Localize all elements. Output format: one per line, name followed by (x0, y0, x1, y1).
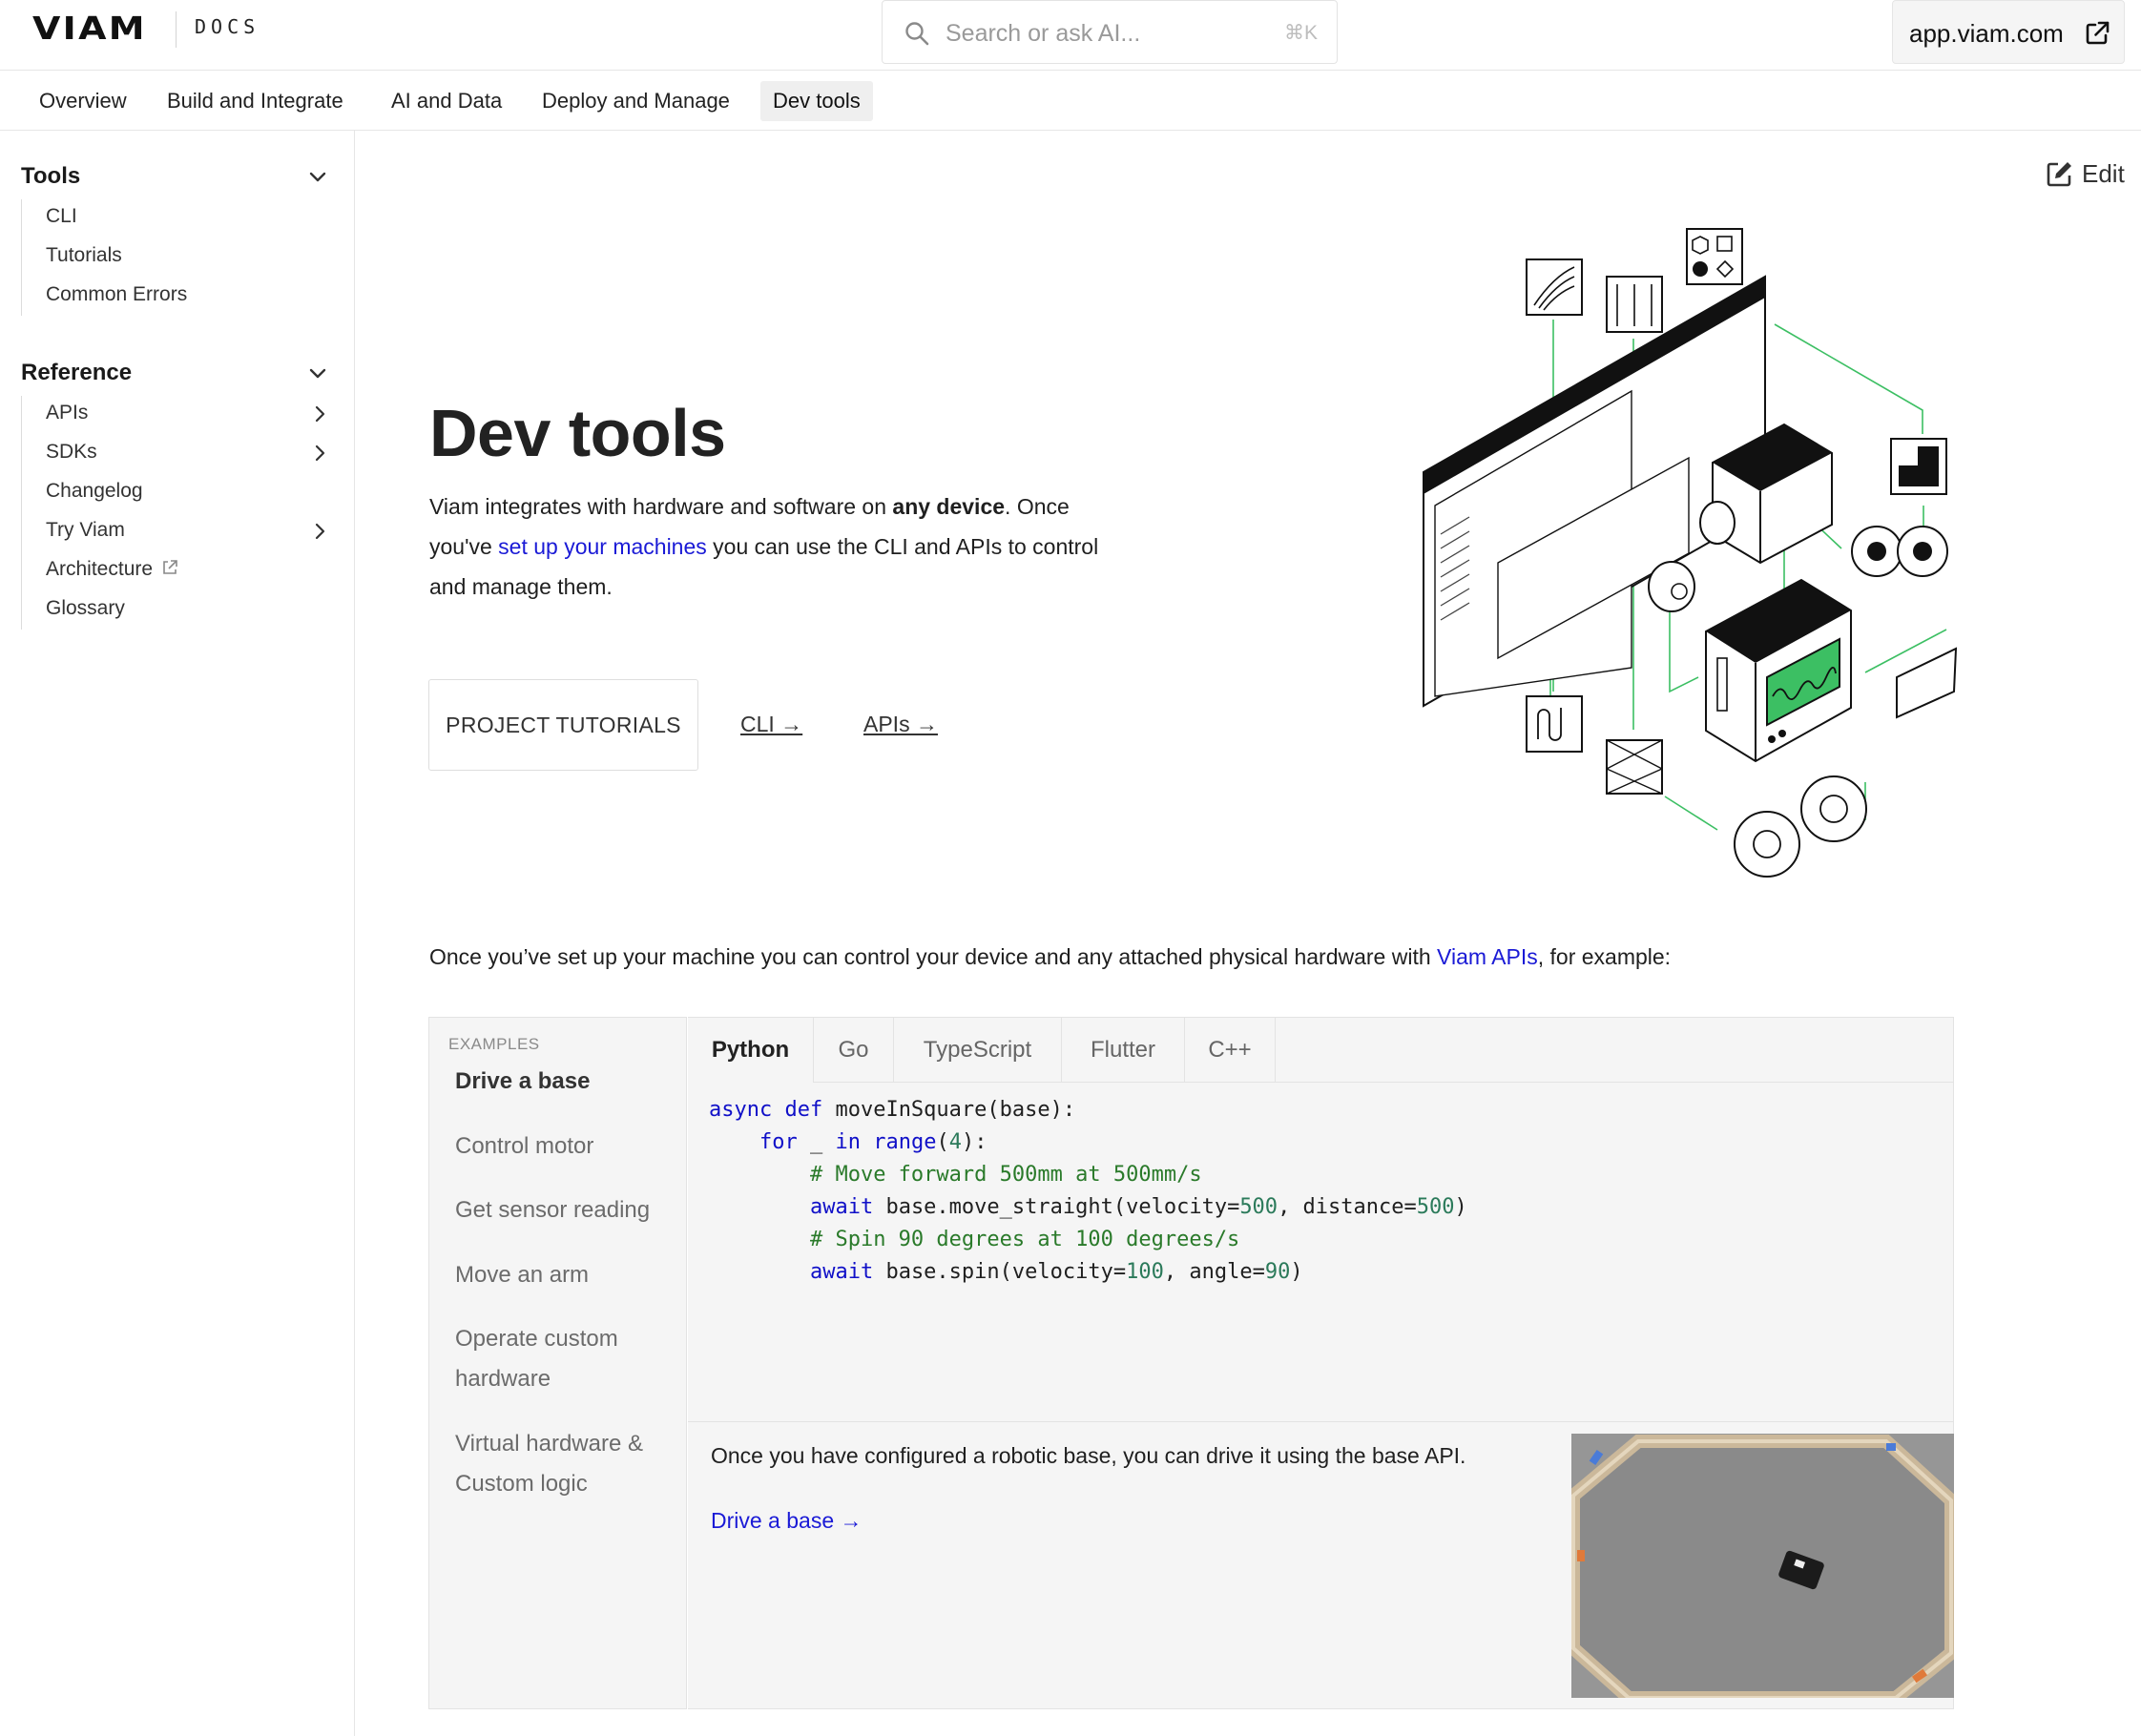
drive-a-base-link[interactable]: Drive a base → (711, 1508, 863, 1534)
tab-typescript[interactable]: TypeScript (894, 1018, 1062, 1083)
external-link-icon (2086, 21, 2110, 45)
example-description-area: Once you have configured a robotic base,… (688, 1421, 1954, 1710)
tab-cpp[interactable]: C++ (1185, 1018, 1276, 1083)
code-token: await (809, 1195, 874, 1219)
code-token: base.spin(velocity= (873, 1260, 1127, 1284)
sidebar-item-changelog[interactable]: Changelog (46, 480, 143, 503)
project-tutorials-button[interactable]: PROJECT TUTORIALS (428, 679, 698, 771)
search-shortcut: ⌘K (1283, 22, 1318, 44)
page-title: Dev tools (429, 396, 726, 470)
code-token: await (809, 1260, 874, 1284)
nav-deploy-and-manage[interactable]: Deploy and Manage (530, 81, 742, 121)
code-token: ) (1454, 1195, 1467, 1219)
sidebar: Tools CLI Tutorials Common Errors Refere… (0, 131, 355, 1736)
chevron-down-icon[interactable] (307, 166, 328, 187)
code-token: , angle= (1163, 1260, 1265, 1284)
sidebar-tools-rule (21, 199, 22, 316)
code-token: for (759, 1130, 798, 1154)
external-link-icon (163, 560, 177, 574)
language-tabs: Python Go TypeScript Flutter C++ (688, 1018, 1954, 1083)
code-token: 100 (1126, 1260, 1164, 1284)
logo-wordmark: VIAM (32, 9, 147, 47)
sidebar-item-apis[interactable]: APIs (46, 402, 88, 424)
para-text: , for example: (1537, 944, 1672, 969)
apis-link[interactable]: APIs → (863, 712, 938, 737)
example-drive-a-base[interactable]: Drive a base (455, 1062, 675, 1102)
intro-bold: any device (892, 494, 1006, 519)
code-block[interactable]: async def moveInSquare(base): for _ in r… (709, 1094, 1467, 1289)
code-token: async def (709, 1098, 823, 1122)
sidebar-section-tools[interactable]: Tools (21, 163, 80, 190)
sidebar-item-tutorials[interactable]: Tutorials (46, 244, 122, 267)
nav-overview[interactable]: Overview (27, 81, 139, 121)
apis-intro-paragraph: Once you’ve set up your machine you can … (429, 944, 1671, 970)
sidebar-reference-rule (21, 396, 22, 630)
section-nav: Overview Build and Integrate AI and Data… (0, 72, 2141, 131)
code-token: ( (936, 1130, 949, 1154)
example-virtual-hardware[interactable]: Virtual hardware & Custom logic (455, 1424, 675, 1504)
hero-illustration: VIAM (1423, 228, 1958, 878)
code-token: 4 (948, 1130, 962, 1154)
nav-dev-tools[interactable]: Dev tools (760, 81, 873, 121)
code-token: ): (961, 1130, 987, 1154)
sidebar-item-glossary[interactable]: Glossary (46, 597, 125, 620)
chevron-down-icon[interactable] (307, 362, 328, 383)
top-header: VIAM DOCS Search or ask AI... ⌘K app.via… (0, 0, 2141, 71)
tab-python[interactable]: Python (688, 1018, 814, 1083)
cli-link[interactable]: CLI → (740, 712, 802, 737)
tab-flutter[interactable]: Flutter (1062, 1018, 1185, 1083)
chevron-right-icon[interactable] (311, 443, 328, 464)
example-control-motor[interactable]: Control motor (455, 1126, 675, 1167)
search-box[interactable]: Search or ask AI... ⌘K (882, 0, 1338, 64)
code-token: ) (1290, 1260, 1303, 1284)
sidebar-item-common-errors[interactable]: Common Errors (46, 283, 187, 306)
search-placeholder: Search or ask AI... (946, 20, 1141, 47)
examples-heading: EXAMPLES (448, 1035, 540, 1053)
examples-panel: EXAMPLES Drive a base Control motor Get … (428, 1017, 1954, 1709)
intro-paragraph: Viam integrates with hardware and softwa… (429, 486, 1135, 607)
setup-machines-link[interactable]: set up your machines (498, 534, 707, 559)
tab-go[interactable]: Go (814, 1018, 894, 1083)
nav-ai-and-data[interactable]: AI and Data (379, 81, 514, 121)
edit-page-link[interactable]: Edit (2046, 156, 2125, 191)
chevron-right-icon[interactable] (311, 521, 328, 542)
code-token: 500 (1239, 1195, 1278, 1219)
example-description: Once you have configured a robotic base,… (711, 1443, 1466, 1468)
chevron-right-icon[interactable] (311, 403, 328, 424)
example-content: Python Go TypeScript Flutter C++ async d… (688, 1017, 1954, 1709)
example-move-an-arm[interactable]: Move an arm (455, 1255, 675, 1295)
code-comment: # Move forward 500mm at 500mm/s (809, 1163, 1202, 1187)
viam-logo[interactable]: VIAM DOCS (32, 10, 255, 48)
code-comment: # Spin 90 degrees at 100 degrees/s (809, 1228, 1240, 1251)
edit-label: Edit (2082, 158, 2125, 188)
example-operate-custom-hardware[interactable]: Operate custom hardware (455, 1319, 675, 1399)
robot-base-photo (1571, 1434, 1954, 1698)
sidebar-item-label: Architecture (46, 558, 154, 580)
code-token: 90 (1264, 1260, 1291, 1284)
viam-apis-link[interactable]: Viam APIs (1437, 944, 1538, 969)
app-link-label: app.viam.com (1909, 19, 2064, 48)
logo-divider (176, 11, 177, 48)
docs-label: DOCS (195, 15, 260, 38)
nav-build-and-integrate[interactable]: Build and Integrate (155, 81, 356, 121)
edit-icon (2047, 162, 2071, 187)
code-token: , distance= (1278, 1195, 1417, 1219)
sidebar-section-reference[interactable]: Reference (21, 360, 132, 386)
sidebar-item-architecture[interactable]: Architecture (46, 558, 179, 581)
search-icon (905, 22, 929, 46)
code-token: 500 (1416, 1195, 1455, 1219)
code-token: _ (797, 1130, 836, 1154)
examples-list: EXAMPLES Drive a base Control motor Get … (428, 1017, 687, 1709)
sidebar-item-sdks[interactable]: SDKs (46, 441, 97, 464)
para-text: Once you’ve set up your machine you can … (429, 944, 1438, 969)
code-token: moveInSquare(base): (822, 1098, 1076, 1122)
code-token: base.move_straight(velocity= (873, 1195, 1240, 1219)
app-link-button[interactable]: app.viam.com (1892, 0, 2125, 64)
code-token: in range (835, 1130, 937, 1154)
sidebar-item-try-viam[interactable]: Try Viam (46, 519, 125, 542)
sidebar-item-cli[interactable]: CLI (46, 205, 77, 228)
intro-text: Viam integrates with hardware and softwa… (429, 494, 893, 519)
example-get-sensor-reading[interactable]: Get sensor reading (455, 1190, 675, 1230)
